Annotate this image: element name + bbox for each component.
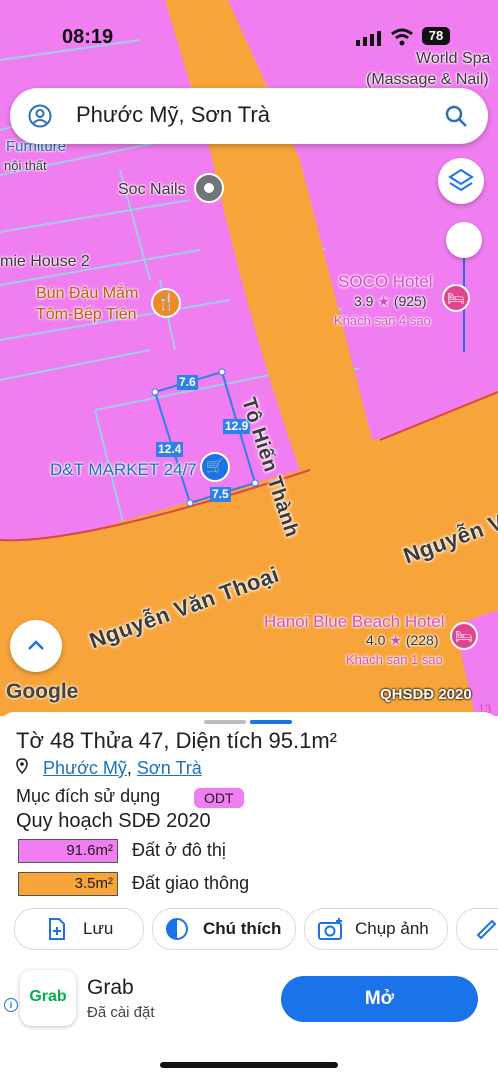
restaurant-pin-icon[interactable]: 🍴 bbox=[151, 288, 181, 318]
hotel-pin-icon[interactable]: 🛏 bbox=[442, 284, 470, 312]
save-button[interactable]: Lưu bbox=[14, 908, 144, 950]
legend-residential-label: Đất ở đô thị bbox=[132, 840, 226, 860]
map-view[interactable]: World Spa (Massage & Nail) Furniture nội… bbox=[0, 0, 498, 716]
dimension-top: 7.6 bbox=[177, 375, 198, 390]
save-label: Lưu bbox=[83, 919, 114, 938]
measure-button[interactable] bbox=[456, 908, 498, 950]
search-query[interactable]: Phước Mỹ, Sơn Trà bbox=[76, 102, 270, 128]
place-soc-nails[interactable]: Soc Nails bbox=[118, 181, 186, 199]
ruler-icon bbox=[476, 919, 497, 940]
add-file-icon bbox=[49, 918, 65, 940]
legend-transport-label: Đất giao thông bbox=[132, 873, 250, 893]
status-time: 08:19 bbox=[62, 26, 114, 48]
legend-button[interactable]: Chú thích bbox=[152, 908, 296, 950]
status-bar: 08:19 78 bbox=[0, 24, 498, 52]
legend-transport-area: 3.5m² bbox=[18, 872, 118, 896]
shopping-cart-pin-icon[interactable]: 🛒 bbox=[200, 452, 230, 482]
star-icon: ★ bbox=[377, 293, 390, 309]
ad-app-name: Grab bbox=[87, 976, 134, 999]
overlay-label: QHSDĐ 2020 bbox=[380, 686, 472, 703]
take-photo-label: Chụp ảnh bbox=[355, 919, 429, 938]
place-mie-house[interactable]: mie House 2 bbox=[0, 253, 90, 271]
parcel-title: Tờ 48 Thửa 47, Diện tích 95.1m² bbox=[16, 728, 338, 753]
purpose-label: Mục đích sử dụng bbox=[16, 786, 161, 806]
hanoi-rating: 4.0 ★ (228) bbox=[366, 632, 439, 648]
hanoi-type: Khách sạn 1 sao bbox=[346, 652, 443, 667]
hotel-pin-icon[interactable]: 🛏 bbox=[450, 622, 478, 650]
district-link[interactable]: Sơn Trà bbox=[137, 758, 202, 778]
battery-icon: 78 bbox=[422, 27, 450, 45]
layers-icon bbox=[448, 168, 474, 192]
opacity-slider-handle[interactable] bbox=[446, 222, 482, 258]
layers-button[interactable] bbox=[438, 158, 484, 204]
place-dt-market[interactable]: D&T MARKET 24/7 bbox=[50, 460, 197, 480]
ad-info-icon[interactable]: i bbox=[4, 998, 18, 1012]
location-row: Phước Mỹ, Sơn Trà bbox=[16, 758, 202, 779]
place-soco-hotel[interactable]: SOCO Hotel bbox=[338, 272, 432, 292]
purpose-code-badge: ODT bbox=[194, 788, 244, 808]
ward-link[interactable]: Phước Mỹ bbox=[43, 758, 127, 778]
place-bun-dau-line2[interactable]: Tôm-Bếp Tiên bbox=[36, 306, 136, 324]
expand-up-button[interactable] bbox=[10, 620, 62, 672]
take-photo-button[interactable]: Chụp ảnh bbox=[304, 908, 448, 950]
legend-residential-area: 91.6m² bbox=[18, 839, 118, 863]
chevron-up-icon bbox=[28, 640, 44, 650]
place-hanoi-blue-beach[interactable]: Hanoi Blue Beach Hotel bbox=[264, 612, 445, 632]
legend-label: Chú thích bbox=[203, 919, 282, 938]
open-app-button[interactable]: Mở bbox=[281, 976, 478, 1022]
ad-app-status: Đã cài đặt bbox=[87, 1004, 155, 1021]
search-bar[interactable]: Phước Mỹ, Sơn Trà bbox=[10, 88, 488, 144]
location-pin-icon bbox=[16, 758, 32, 779]
home-indicator[interactable] bbox=[160, 1062, 338, 1068]
place-world-spa-sub: (Massage & Nail) bbox=[366, 71, 489, 88]
dimension-left: 12.4 bbox=[156, 442, 184, 457]
soco-rating: 3.9 ★ (925) bbox=[354, 293, 427, 309]
ad-banner[interactable]: i Grab Grab Đã cài đặt Mở bbox=[0, 962, 498, 1040]
google-logo: Google bbox=[6, 680, 79, 703]
place-world-spa[interactable]: World Spa bbox=[416, 50, 490, 68]
star-icon: ★ bbox=[389, 632, 402, 648]
sheet-handle-left[interactable] bbox=[204, 720, 246, 724]
grab-app-logo: Grab bbox=[20, 970, 76, 1026]
location-comma: , bbox=[126, 758, 137, 778]
contrast-icon bbox=[166, 918, 188, 940]
camera-icon bbox=[318, 918, 342, 940]
soco-type: Khách sạn 4 sao bbox=[334, 313, 431, 328]
plan-label: Quy hoạch SDĐ 2020 bbox=[16, 810, 211, 832]
dimension-bottom: 7.5 bbox=[210, 487, 231, 502]
selected-parcel-outline bbox=[153, 370, 257, 505]
place-bun-dau-line1[interactable]: Bún Đậu Mắm bbox=[36, 285, 138, 303]
soc-nails-pin-icon[interactable] bbox=[194, 173, 224, 203]
sheet-handle-right[interactable] bbox=[250, 720, 292, 724]
place-noi-that: nội thất bbox=[4, 158, 47, 173]
